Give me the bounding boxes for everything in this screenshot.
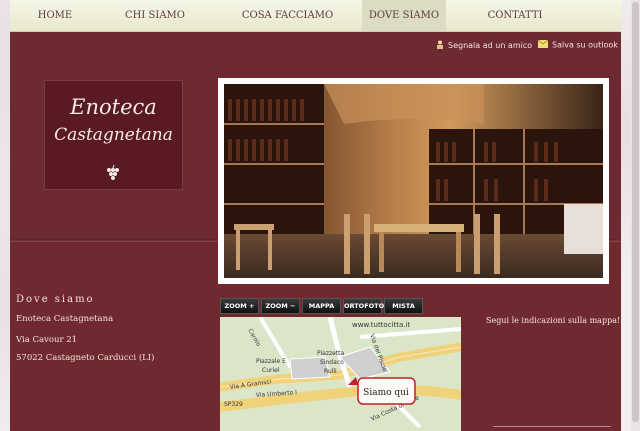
logo[interactable]: Enoteca Castagnetana [44,80,183,190]
mixed-view-button[interactable]: MISTA [384,298,423,314]
logo-line2: Castagnetana [54,125,173,145]
map-label-sp329: SP329 [224,401,243,408]
recommend-link[interactable]: Segnala ad un amico [436,40,532,51]
outlook-label: Salva su outlook [552,40,618,50]
map-label-piazzetta: Piazzetta [317,350,345,357]
grape-icon [107,165,119,180]
map-view[interactable]: Carolo www.tuttocitta.it Piazzale E. Cur… [220,317,461,431]
street-address: Via Cavour 21 [16,335,78,345]
business-name: Enoteca Castagnetana [16,314,114,324]
map-label-sindaco: Sindaco [320,359,344,366]
wine-cellar-photo [218,78,609,284]
map-source: www.tuttocitta.it [352,321,410,329]
vertical-scrollbar[interactable] [631,0,640,431]
ortho-view-button[interactable]: ORTOFOTO [343,298,384,314]
scrollbar-thumb[interactable] [632,2,639,422]
zoom-out-button[interactable]: ZOOM − [261,298,300,314]
section-title: Dove siamo [16,294,95,305]
zoom-in-button[interactable]: ZOOM + [220,298,259,314]
person-icon [436,40,444,51]
map-view-button[interactable]: MAPPA [302,298,341,314]
hint-divider [493,426,611,427]
nav-chi-siamo[interactable]: CHI SIAMO [100,0,210,31]
map-label-piazzale: Piazzale E. [256,358,288,365]
map-label-curiel: Curiel [262,367,280,374]
nav-cosa-facciamo[interactable]: COSA FACCIAMO [210,0,365,31]
nav-dove-siamo[interactable]: DOVE SIAMO [362,0,446,31]
marker-label: Siamo qui [363,388,409,398]
main-nav: HOME CHI SIAMO COSA FACCIAMO DOVE SIAMO … [10,0,621,32]
nav-home[interactable]: HOME [10,0,100,31]
recommend-label: Segnala ad un amico [448,41,533,50]
outlook-link[interactable]: Salva su outlook [537,39,618,50]
envelope-icon [537,39,549,50]
nav-contatti[interactable]: CONTATTI [450,0,580,31]
city-address: 57022 Castagneto Carducci (LI) [16,353,155,363]
map-label-rulli: Rulli [324,368,337,375]
logo-line1: Enoteca [70,95,157,119]
map-hint: Segui le indicazioni sulla mappa! [486,316,621,325]
content-panel: Segnala ad un amico Salva su outlook Eno… [10,32,621,431]
